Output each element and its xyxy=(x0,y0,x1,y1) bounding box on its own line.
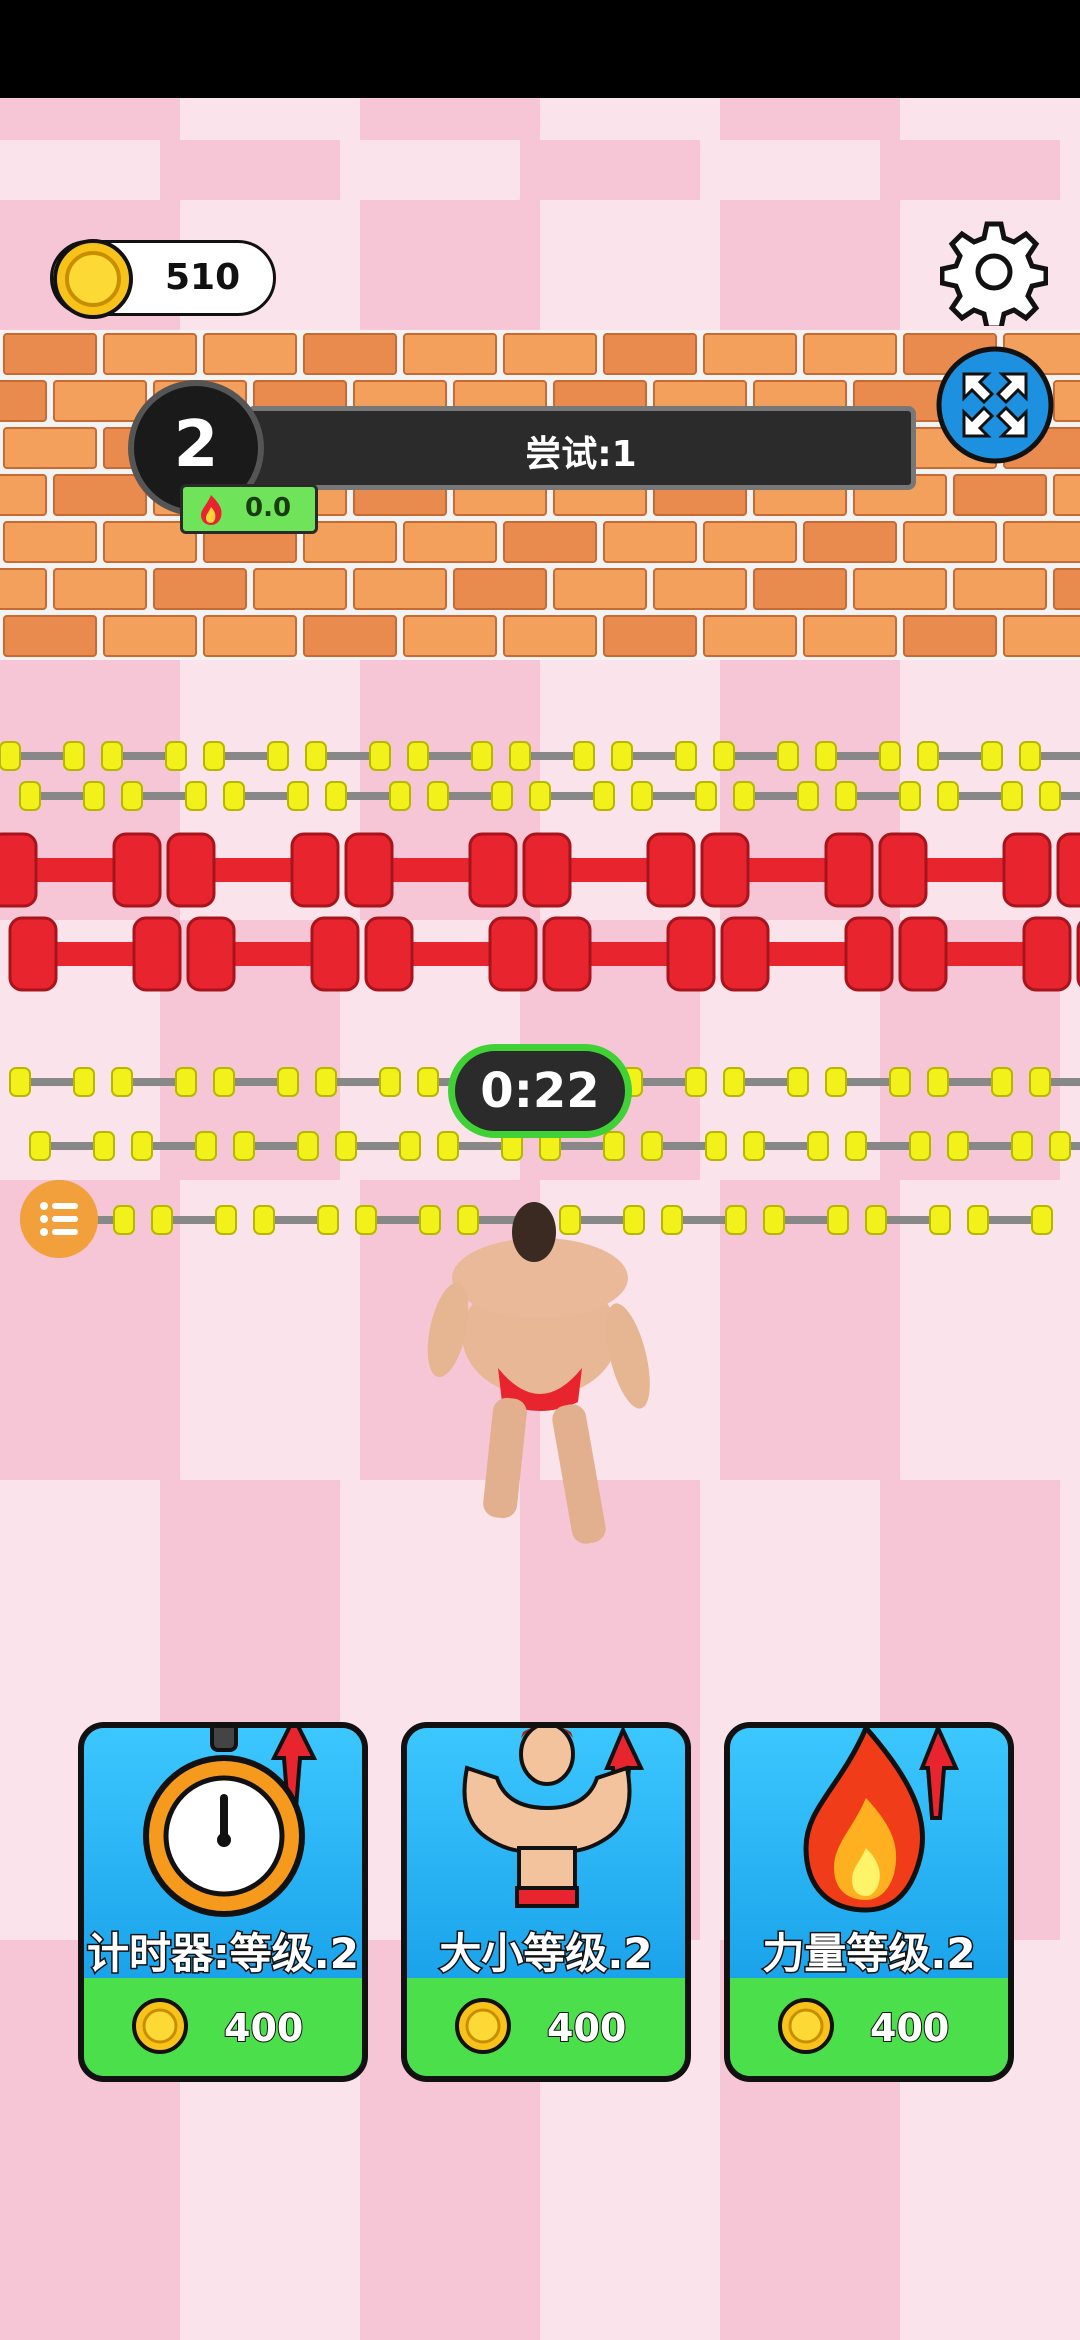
progress-bar: 尝试:1 xyxy=(246,406,916,490)
upgrade-price: 400 xyxy=(223,2005,304,2051)
upgrade-card-timer[interactable]: 计时器:等级.2 400 xyxy=(78,1722,368,2082)
coin-counter: 510 xyxy=(50,239,276,319)
stopwatch-icon xyxy=(143,1728,318,1917)
coin-icon xyxy=(455,1998,511,2054)
upgrade-label: 大小等级.2 xyxy=(438,1928,654,1980)
fire-icon xyxy=(803,1728,960,1913)
coin-icon xyxy=(53,239,133,319)
muscle-icon xyxy=(462,1728,645,1908)
list-icon[interactable] xyxy=(20,1180,98,1258)
upgrade-card-strength[interactable]: 力量等级.2 400 xyxy=(724,1722,1014,2082)
attempt-label: 尝试:1 xyxy=(525,434,637,475)
upgrade-price: 400 xyxy=(546,2005,627,2051)
upgrade-card-size[interactable]: 大小等级.2 400 xyxy=(401,1722,691,2082)
upgrade-label: 力量等级.2 xyxy=(761,1928,977,1980)
coin-count: 510 xyxy=(165,257,241,298)
expand-icon[interactable] xyxy=(934,344,1056,466)
round-timer: 0:22 xyxy=(448,1044,632,1138)
coin-icon xyxy=(132,1998,188,2054)
timer-text: 0:22 xyxy=(480,1063,600,1119)
coin-icon xyxy=(778,1998,834,2054)
flame-icon xyxy=(201,495,222,525)
power-badge: 0.0 xyxy=(180,484,318,534)
upgrade-price: 400 xyxy=(869,2005,950,2051)
level-number: 2 xyxy=(173,408,219,482)
gear-icon[interactable] xyxy=(940,218,1048,326)
power-value: 0.0 xyxy=(245,493,292,523)
upgrade-label: 计时器:等级.2 xyxy=(86,1928,361,1980)
status-bar xyxy=(0,0,1080,98)
